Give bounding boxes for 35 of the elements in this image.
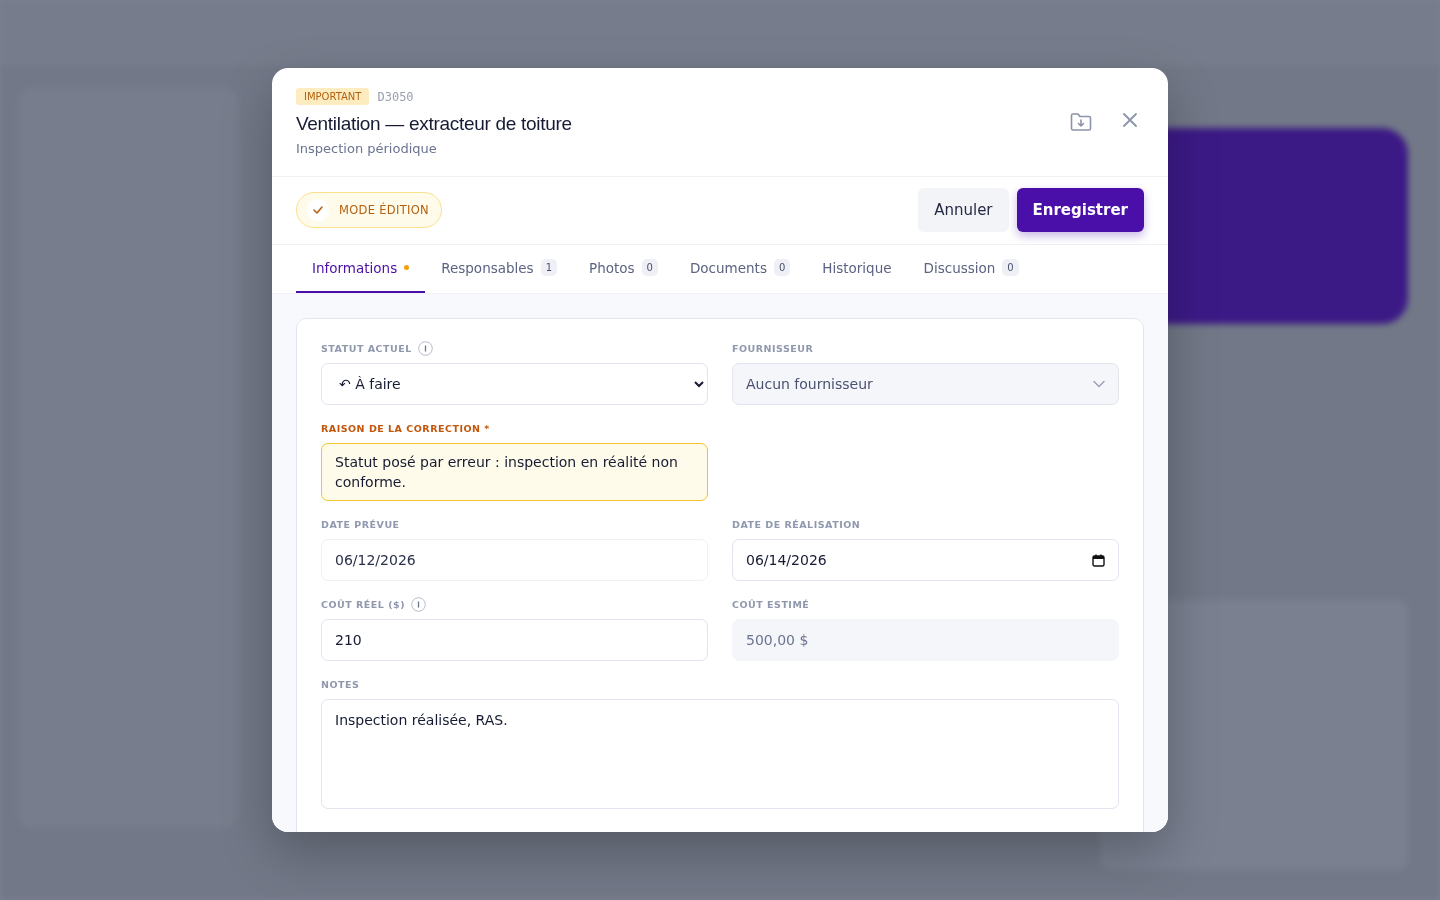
field-label: DATE PRÉVUE (321, 518, 400, 530)
modal-title: Ventilation — extracteur de toiture (296, 113, 572, 135)
field-label: DATE DE RÉALISATION (732, 518, 861, 530)
supplier-dropdown[interactable]: Aucun fournisseur (732, 363, 1119, 405)
field-label: COÛT ESTIMÉ (732, 598, 810, 610)
tab[interactable]: Photos 0 (573, 245, 674, 293)
modal-subtitle: Inspection périodique (296, 141, 438, 156)
cost-input[interactable]: 210 (321, 619, 708, 661)
estimated-cost-field: 500,00 $ (732, 619, 1119, 661)
chevron-down-icon (1093, 380, 1105, 388)
notes-textarea[interactable]: Inspection réalisée, RAS. (321, 699, 1119, 809)
field-label: RAISON DE LA CORRECTION * (321, 422, 490, 434)
field-label: FOURNISSEUR (732, 342, 814, 354)
status-select[interactable]: ↶ À faire (321, 363, 708, 405)
field-label: COÛT RÉEL ($) (321, 598, 405, 610)
edit-mode-label: MODE ÉDITION (339, 203, 429, 217)
priority-badge: IMPORTANT (296, 88, 370, 105)
calendar-icon[interactable] (1092, 553, 1105, 567)
item-code: D3050 (377, 89, 414, 104)
field-label: NOTES (321, 678, 360, 690)
count-badge: 0 (1002, 259, 1019, 276)
field-label: STATUT ACTUEL (321, 342, 412, 354)
tab[interactable]: Responsables 1 (425, 245, 574, 293)
tab[interactable]: Discussion 0 (907, 245, 1035, 293)
date-field[interactable]: 06/12/2026 (321, 539, 708, 581)
tab[interactable]: Documents 0 (673, 245, 807, 293)
date-field[interactable]: 06/14/2026 (732, 539, 1119, 581)
count-badge: 0 (773, 259, 791, 276)
save-button[interactable]: Enregistrer (1016, 188, 1144, 232)
cancel-button[interactable]: Annuler (918, 188, 1009, 232)
check-icon (307, 199, 329, 221)
tab[interactable]: Historique (806, 245, 908, 293)
reason-field[interactable]: Statut posé par erreur : inspection en réalité non conforme. (321, 443, 708, 501)
count-badge: 0 (641, 259, 658, 276)
count-badge: 1 (540, 259, 558, 276)
